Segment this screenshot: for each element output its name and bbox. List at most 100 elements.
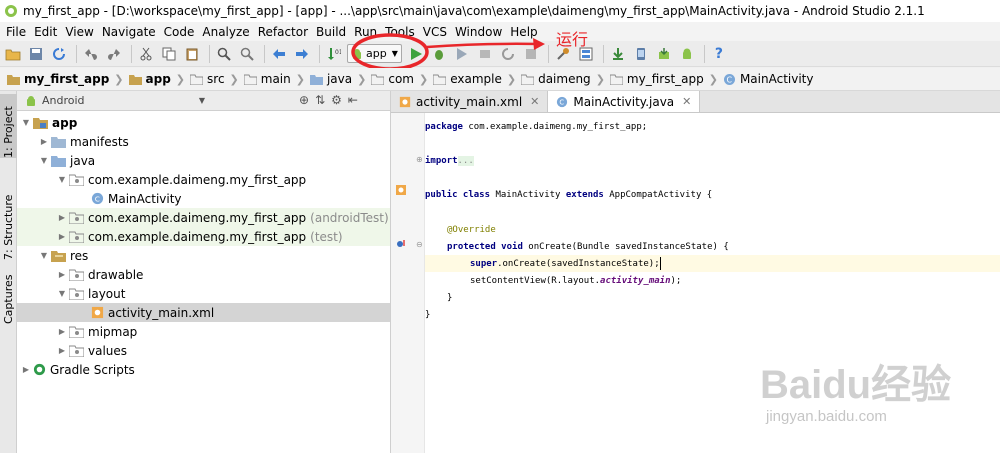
menu-file[interactable]: File [2,25,30,39]
tree-item-res[interactable]: ▼ res [17,246,390,265]
breadcrumb-app[interactable]: app [126,72,174,86]
tree-item-app[interactable]: ▼ app [17,113,390,132]
menu-navigate[interactable]: Navigate [98,25,160,39]
breadcrumb-com[interactable]: com [368,72,417,86]
menu-help[interactable]: Help [506,25,541,39]
menu-build[interactable]: Build [312,25,350,39]
tree-item-values[interactable]: ▶ values [17,341,390,360]
tree-item-manifests[interactable]: ▶ manifests [17,132,390,151]
avd-manager-icon[interactable] [631,44,651,64]
code-text: AppCompatActivity { [603,189,713,200]
menu-code[interactable]: Code [160,25,199,39]
forward-icon[interactable] [292,44,312,64]
save-icon[interactable] [26,44,46,64]
expanded-arrow-icon[interactable]: ▼ [19,118,33,127]
sync-gradle-icon[interactable] [608,44,628,64]
tree-item-layout[interactable]: ▼ layout [17,284,390,303]
tab-label: MainActivity.java [573,94,675,109]
collapse-all-icon[interactable]: ⇅ [315,93,325,107]
expanded-arrow-icon[interactable]: ▼ [37,156,51,165]
breadcrumb-daimeng[interactable]: daimeng [518,72,594,86]
expanded-arrow-icon[interactable]: ▼ [37,251,51,260]
back-icon[interactable] [269,44,289,64]
tab-project[interactable]: 1: Project [0,94,17,158]
hide-panel-icon[interactable]: ⇤ [348,93,358,107]
class-marker-icon[interactable] [395,184,407,199]
tree-item-mainactivity[interactable]: C MainActivity [17,189,390,208]
breadcrumb-main[interactable]: main [241,72,294,86]
make-project-icon[interactable]: 01 [324,44,344,64]
tree-item-java[interactable]: ▼ java [17,151,390,170]
breadcrumb-project[interactable]: my_first_app [4,72,112,86]
fold-icon[interactable]: ⊕ [416,155,423,164]
copy-icon[interactable] [159,44,179,64]
layout-file-icon [399,96,411,107]
debug-icon[interactable] [429,44,449,64]
close-icon[interactable]: ✕ [530,95,539,108]
sdk-manager-icon[interactable] [654,44,674,64]
collapsed-arrow-icon[interactable]: ▶ [55,232,69,241]
gear-icon[interactable]: ⚙ [331,93,342,107]
sync-icon[interactable] [49,44,69,64]
collapsed-arrow-icon[interactable]: ▶ [55,327,69,336]
breadcrumb-label: app [145,72,171,86]
menu-tools[interactable]: Tools [381,25,419,39]
tree-item-drawable[interactable]: ▶ drawable [17,265,390,284]
tab-structure[interactable]: 7: Structure [0,175,17,260]
override-marker-icon[interactable] [395,238,407,253]
expanded-arrow-icon[interactable]: ▼ [55,175,69,184]
breadcrumb-src[interactable]: src [187,72,228,86]
tab-captures[interactable]: Captures [0,264,17,324]
menu-vcs[interactable]: VCS [419,25,451,39]
folded-imports[interactable]: ... [457,155,474,166]
menu-run[interactable]: Run [350,25,381,39]
run-config-select[interactable]: app ▼ [347,44,402,63]
menu-edit[interactable]: Edit [30,25,61,39]
tree-item-activity-main[interactable]: activity_main.xml [17,303,390,322]
breadcrumb-java[interactable]: java [307,72,355,86]
collapsed-arrow-icon[interactable]: ▶ [19,365,33,374]
collapsed-arrow-icon[interactable]: ▶ [37,137,51,146]
run-icon[interactable] [406,44,426,64]
tab-activity-main-xml[interactable]: activity_main.xml ✕ [391,91,549,112]
code-line: package com.example.daimeng.my_first_app… [425,118,1000,135]
collapsed-arrow-icon[interactable]: ▶ [55,213,69,222]
help-icon[interactable]: ? [709,44,729,64]
breadcrumb-my-first-app[interactable]: my_first_app [607,72,707,86]
paste-icon[interactable] [182,44,202,64]
tree-item-package-androidtest[interactable]: ▶ com.example.daimeng.my_first_app (andr… [17,208,390,227]
sync-scroll-icon[interactable]: ⊕ [299,93,309,107]
tree-item-package-test[interactable]: ▶ com.example.daimeng.my_first_app (test… [17,227,390,246]
breadcrumb-example[interactable]: example [430,72,505,86]
rerun-icon[interactable] [498,44,518,64]
attach-debugger-icon[interactable] [475,44,495,64]
fold-icon[interactable]: ⊖ [416,240,423,249]
menu-window[interactable]: Window [451,25,506,39]
menu-refactor[interactable]: Refactor [254,25,312,39]
collapsed-arrow-icon[interactable]: ▶ [55,346,69,355]
android-device-monitor-icon[interactable] [677,44,697,64]
cut-icon[interactable] [136,44,156,64]
tree-item-package[interactable]: ▼ com.example.daimeng.my_first_app [17,170,390,189]
tab-label: 7: Structure [2,194,15,260]
tree-item-mipmap[interactable]: ▶ mipmap [17,322,390,341]
project-view-select[interactable]: Android ▼ [25,94,205,107]
tab-mainactivity-java[interactable]: C MainActivity.java ✕ [548,91,701,112]
open-icon[interactable] [3,44,23,64]
undo-icon[interactable] [81,44,101,64]
expanded-arrow-icon[interactable]: ▼ [55,289,69,298]
collapsed-arrow-icon[interactable]: ▶ [55,270,69,279]
code-text: .onCreate(savedInstanceState); [497,258,660,269]
close-icon[interactable]: ✕ [682,95,691,108]
tree-item-gradle-scripts[interactable]: ▶ Gradle Scripts [17,360,390,379]
stop-icon[interactable] [521,44,541,64]
menu-view[interactable]: View [61,25,97,39]
redo-icon[interactable] [104,44,124,64]
breadcrumb-label: src [207,72,225,86]
svg-text:C: C [726,75,732,84]
breadcrumb-mainactivity[interactable]: C MainActivity [720,72,817,86]
replace-icon[interactable] [237,44,257,64]
menu-analyze[interactable]: Analyze [198,25,253,39]
find-icon[interactable] [214,44,234,64]
coverage-icon[interactable] [452,44,472,64]
